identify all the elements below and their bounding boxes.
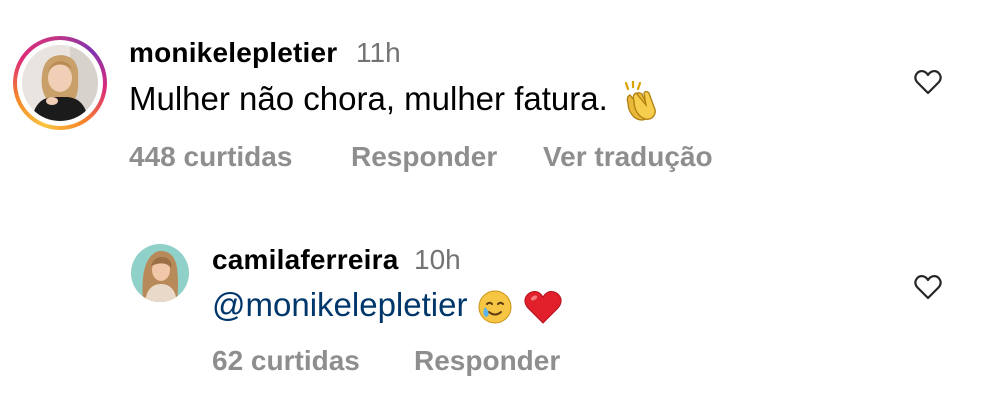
reply-comment: camilaferreira 10h @monikelepletier 62 c… xyxy=(0,0,1000,403)
likes-count[interactable]: 62 curtidas xyxy=(212,345,360,377)
timestamp: 10h xyxy=(414,244,461,275)
avatar[interactable] xyxy=(131,244,189,302)
username[interactable]: camilaferreira xyxy=(212,244,398,276)
red-heart-icon xyxy=(523,289,563,325)
comment-text: @monikelepletier xyxy=(212,286,563,325)
smiling-face-with-tear-icon xyxy=(477,289,513,325)
like-heart-icon[interactable] xyxy=(914,274,942,300)
reply-button[interactable]: Responder xyxy=(414,345,560,377)
mention-link[interactable]: @monikelepletier xyxy=(212,286,467,323)
